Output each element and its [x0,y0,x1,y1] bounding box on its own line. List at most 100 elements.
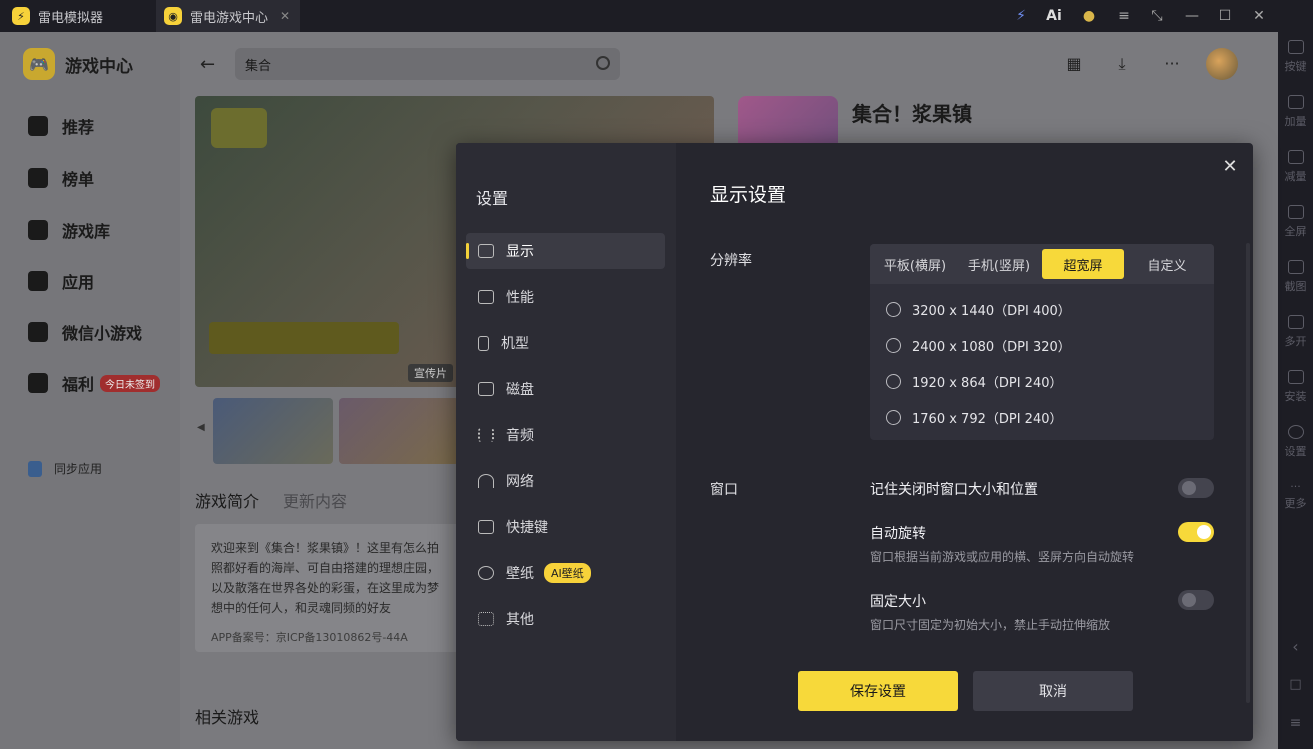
resolution-panel: 平板(横屏) 手机(竖屏) 超宽屏 自定义 3200 x 1440（DPI 40… [870,244,1214,440]
toolbar-settings[interactable]: 设置 [1278,425,1313,475]
phone-icon [478,335,489,351]
settings-item-display[interactable]: 显示 [466,233,665,269]
game-description: 欢迎来到《集合！浆果镇》！这里有怎么拍照都好看的海岸、可自由搭建的理想庄园，以及… [195,524,465,652]
multi-instance-icon [1287,315,1304,329]
avatar[interactable] [1206,48,1238,80]
back-arrow-icon[interactable]: ← [200,54,215,75]
settings-item-label: 显示 [506,244,534,260]
toolbar-volume-up[interactable]: 加量 [1278,95,1313,145]
window-label: 窗口 [710,482,738,498]
save-button[interactable]: 保存设置 [798,671,958,711]
toolbar-volume-down[interactable]: 减量 [1278,150,1313,200]
sidebar-item-ranking[interactable]: 榜单 [28,166,94,190]
toolbar-label: 设置 [1284,445,1307,458]
cancel-button[interactable]: 取消 [973,671,1133,711]
res-tab-tablet[interactable]: 平板(横屏) [874,249,956,279]
grid-icon [478,612,494,626]
tab-intro[interactable]: 游戏简介 [195,488,259,512]
settings-item-wallpaper[interactable]: 壁纸 AI壁纸 [466,555,665,591]
toolbar-install[interactable]: 安装 [1278,370,1313,420]
ld-logo-icon: ⚡ [12,7,30,25]
sidebar-item-wechat-games[interactable]: 微信小游戏 [28,320,142,344]
close-tab-icon[interactable]: ✕ [280,9,290,23]
back-nav-icon[interactable]: ‹ [1278,637,1313,657]
settings-item-performance[interactable]: 性能 [466,279,665,315]
radio-button[interactable] [886,410,901,425]
settings-item-hotkeys[interactable]: 快捷键 [466,509,665,545]
toolbar-more[interactable]: ··· 更多 [1278,480,1313,530]
shrink-window-icon[interactable]: ⤡ [1141,0,1173,32]
tab-game-center[interactable]: ◉ 雷电游戏中心 ✕ [156,0,300,32]
search-icon[interactable] [596,56,610,70]
settings-dialog: 设置 显示 性能 机型 磁盘 音频 网络 快捷键 壁纸 AI壁纸 其他 ✕ 显示设… [456,143,1253,741]
sidebar-item-label: 游戏库 [62,222,111,241]
calendar-icon[interactable]: ▦ [1064,54,1084,74]
prev-arrow-icon[interactable]: ◀ [197,422,205,433]
more-icon[interactable]: ··· [1162,54,1182,74]
search-input[interactable] [245,56,575,72]
resolution-option[interactable]: 1920 x 864（DPI 240） [886,372,1062,391]
res-tab-custom[interactable]: 自定义 [1126,249,1208,279]
ai-assistant-icon[interactable]: Ai [1038,0,1070,32]
settings-item-label: 性能 [506,290,534,306]
resolution-option[interactable]: 2400 x 1080（DPI 320） [886,336,1071,355]
user-avatar-icon[interactable]: ● [1073,0,1105,32]
recent-apps-icon[interactable]: ≡ [1278,715,1313,735]
phone-sync-icon [28,460,42,477]
toggle-knob [1197,525,1211,539]
settings-item-disk[interactable]: 磁盘 [466,371,665,407]
fixed-size-toggle[interactable] [1178,590,1214,610]
screenshot-thumb[interactable] [339,398,459,464]
promo-video-label: 宣传片 [408,364,453,382]
scrollbar[interactable] [1246,243,1250,703]
sync-apps-link[interactable]: 同步应用 [28,460,102,477]
chart-icon [28,168,48,188]
remember-window-toggle[interactable] [1178,478,1214,498]
close-dialog-icon[interactable]: ✕ [1220,157,1240,177]
resolution-option-label: 1920 x 864（DPI 240） [912,376,1063,391]
resolution-option[interactable]: 3200 x 1440（DPI 400） [886,300,1071,319]
settings-item-label: 网络 [506,474,534,490]
toolbar-fullscreen[interactable]: 全屏 [1278,205,1313,255]
auto-rotate-toggle[interactable] [1178,522,1214,542]
res-tab-ultrawide[interactable]: 超宽屏 [1042,249,1124,279]
tab-updates[interactable]: 更新内容 [283,488,347,512]
toolbar-screenshot[interactable]: 截图 [1278,260,1313,310]
settings-item-label: 快捷键 [506,520,548,536]
search-box [235,48,620,80]
sidebar-item-welfare[interactable]: 福利 今日未签到 [28,371,161,395]
toolbar-multi-instance[interactable]: 多开 [1278,315,1313,365]
resolution-option-label: 1760 x 792（DPI 240） [912,412,1063,427]
settings-item-model[interactable]: 机型 [466,325,665,361]
home-nav-icon[interactable]: □ [1278,677,1313,697]
settings-item-label: 磁盘 [506,382,534,398]
tab-ld-player[interactable]: ⚡ 雷电模拟器 [12,0,152,32]
toggle-knob [1182,481,1196,495]
settings-item-audio[interactable]: 音频 [466,417,665,453]
menu-icon[interactable]: ≡ [1108,0,1140,32]
settings-item-other[interactable]: 其他 [466,601,665,637]
sidebar-item-recommend[interactable]: 推荐 [28,114,94,138]
close-window-icon[interactable]: ✕ [1243,0,1275,32]
toolbar-keymap[interactable]: 按键 [1278,40,1313,90]
lightning-app-icon[interactable]: ⚡ [1005,0,1037,32]
download-icon[interactable]: ⤓ [1112,54,1132,74]
maximize-icon[interactable]: ☐ [1209,0,1241,32]
minimize-icon[interactable]: — [1176,0,1208,32]
res-tab-phone[interactable]: 手机(竖屏) [958,249,1040,279]
fixed-size-desc: 窗口尺寸固定为初始大小，禁止手动拉伸缩放 [870,618,1111,632]
radio-button[interactable] [886,302,901,317]
sidebar-item-library[interactable]: 游戏库 [28,218,110,242]
radio-button[interactable] [886,374,901,389]
settings-item-label: 其他 [506,612,534,628]
gamepad-icon [28,220,48,240]
scissors-icon [1287,260,1304,274]
right-toolbar: 按键 加量 减量 全屏 截图 多开 安装 设置 ··· 更多 ‹ □ ≡ [1278,32,1313,749]
sidebar-item-apps[interactable]: 应用 [28,269,94,293]
hero-caption-image [209,322,399,354]
screenshot-thumb-video[interactable] [213,398,333,464]
radio-button[interactable] [886,338,901,353]
resolution-option[interactable]: 1760 x 792（DPI 240） [886,408,1062,427]
fullscreen-icon [1287,205,1304,219]
settings-item-network[interactable]: 网络 [466,463,665,499]
